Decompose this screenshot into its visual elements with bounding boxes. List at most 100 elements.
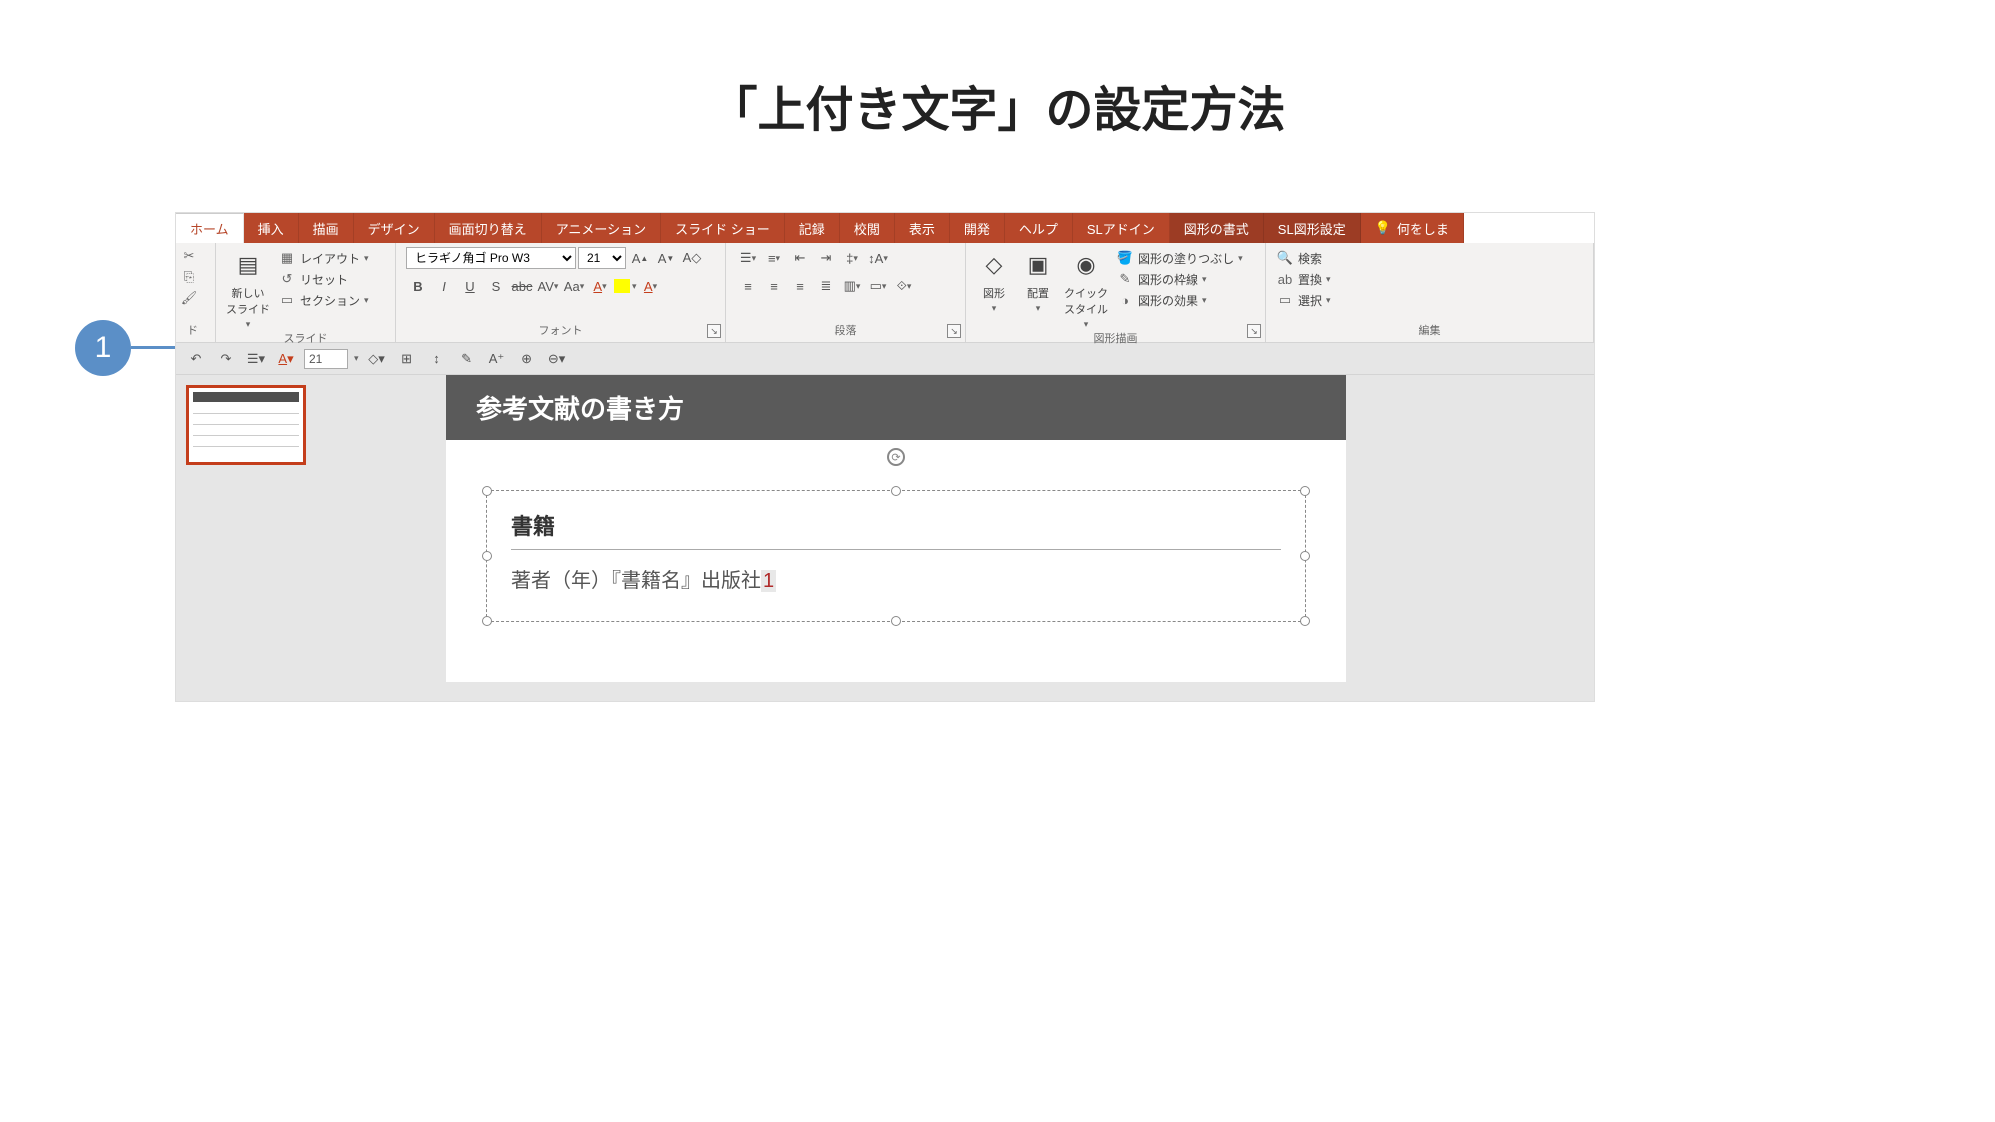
textbox-text[interactable]: 著者（年）『書籍名』出版社1 bbox=[511, 564, 1281, 593]
section-icon: ▭ bbox=[278, 291, 296, 309]
qat-zoom-out-button[interactable]: ⊖▾ bbox=[545, 347, 569, 371]
fill-label: 図形の塗りつぶし bbox=[1138, 250, 1234, 267]
align-center-button[interactable]: ≡ bbox=[762, 275, 786, 297]
page-title: 「上付き文字」の設定方法 bbox=[0, 70, 1995, 140]
resize-handle[interactable] bbox=[482, 616, 492, 626]
section-button[interactable]: ▭セクション▾ bbox=[278, 291, 369, 309]
reset-button[interactable]: ↺リセット bbox=[278, 270, 369, 288]
drawing-dialog-launcher[interactable]: ↘ bbox=[1247, 324, 1261, 338]
quickstyle-button[interactable]: ◉クイック スタイル▾ bbox=[1064, 247, 1108, 330]
find-label: 検索 bbox=[1298, 250, 1322, 267]
qat-font-color-button[interactable]: A▾ bbox=[274, 347, 298, 371]
paragraph-dialog-launcher[interactable]: ↘ bbox=[947, 324, 961, 338]
increase-indent-button[interactable]: ⇥ bbox=[814, 247, 838, 269]
font-dialog-launcher[interactable]: ↘ bbox=[707, 324, 721, 338]
strike-button[interactable]: abc bbox=[510, 275, 534, 297]
layout-button[interactable]: ▦レイアウト▾ bbox=[278, 249, 369, 267]
tab-review[interactable]: 校閲 bbox=[840, 213, 895, 243]
shadow-button[interactable]: S bbox=[484, 275, 508, 297]
font-color2-button[interactable]: A▾ bbox=[639, 275, 663, 297]
tab-design[interactable]: デザイン bbox=[354, 213, 435, 243]
bullets-button[interactable]: ☰▾ bbox=[736, 247, 760, 269]
columns-button[interactable]: ▥▾ bbox=[840, 275, 864, 297]
resize-handle[interactable] bbox=[482, 551, 492, 561]
shapes-button[interactable]: ◇図形▾ bbox=[976, 247, 1012, 314]
align-text-button[interactable]: ▭▾ bbox=[866, 275, 890, 297]
tab-shape-format[interactable]: 図形の書式 bbox=[1170, 213, 1264, 243]
highlight-button[interactable] bbox=[614, 279, 630, 293]
qat-edit-button[interactable]: ✎ bbox=[455, 347, 479, 371]
justify-button[interactable]: ≣ bbox=[814, 275, 838, 297]
tab-insert[interactable]: 挿入 bbox=[244, 213, 299, 243]
select-button[interactable]: ▭選択▾ bbox=[1276, 291, 1583, 309]
shape-effects-button[interactable]: ◑図形の効果▾ bbox=[1116, 291, 1243, 309]
format-painter-icon[interactable]: 🖌 bbox=[180, 289, 198, 307]
arrange-button[interactable]: ▣配置▾ bbox=[1020, 247, 1056, 314]
tab-transitions[interactable]: 画面切り替え bbox=[435, 213, 542, 243]
bold-button[interactable]: B bbox=[406, 275, 430, 297]
resize-handle[interactable] bbox=[1300, 616, 1310, 626]
tab-slideshow[interactable]: スライド ショー bbox=[661, 213, 785, 243]
tab-sladdin[interactable]: SLアドイン bbox=[1073, 213, 1170, 243]
new-slide-button[interactable]: ▤ 新しい スライド ▾ bbox=[226, 247, 270, 330]
decrease-font-icon[interactable]: A▼ bbox=[654, 247, 678, 269]
rotate-handle-icon[interactable]: ⟳ bbox=[887, 448, 905, 466]
slide-canvas[interactable]: 参考文献の書き方 ⟳ 書籍 bbox=[316, 375, 1594, 701]
ribbon-tabs: ホーム 挿入 描画 デザイン 画面切り替え アニメーション スライド ショー 記… bbox=[176, 213, 1594, 243]
tab-view[interactable]: 表示 bbox=[895, 213, 950, 243]
qat-height-button[interactable]: ↕ bbox=[425, 347, 449, 371]
redo-button[interactable]: ↷ bbox=[214, 347, 238, 371]
char-spacing-button[interactable]: AV▾ bbox=[536, 275, 560, 297]
qat-shape-button[interactable]: ◇▾ bbox=[365, 347, 389, 371]
search-icon: 🔍 bbox=[1276, 249, 1294, 267]
resize-handle[interactable] bbox=[1300, 486, 1310, 496]
font-color-button[interactable]: A▾ bbox=[588, 275, 612, 297]
replace-button[interactable]: ab置換▾ bbox=[1276, 270, 1583, 288]
textbox[interactable]: 書籍 著者（年）『書籍名』出版社1 bbox=[486, 490, 1306, 622]
tab-developer[interactable]: 開発 bbox=[950, 213, 1005, 243]
copy-icon[interactable]: ⎘ bbox=[180, 268, 198, 286]
resize-handle[interactable] bbox=[482, 486, 492, 496]
tab-help[interactable]: ヘルプ bbox=[1005, 213, 1073, 243]
resize-handle[interactable] bbox=[891, 616, 901, 626]
drawing-group-label: 図形描画 bbox=[976, 330, 1255, 348]
outline-label: 図形の枠線 bbox=[1138, 271, 1198, 288]
increase-font-icon[interactable]: A▲ bbox=[628, 247, 652, 269]
slide-thumbnails bbox=[176, 375, 316, 701]
underline-button[interactable]: U bbox=[458, 275, 482, 297]
resize-handle[interactable] bbox=[1300, 551, 1310, 561]
align-left-button[interactable]: ≡ bbox=[736, 275, 760, 297]
change-case-button[interactable]: Aa▾ bbox=[562, 275, 586, 297]
font-size-select[interactable]: 21 bbox=[578, 247, 626, 269]
tab-animations[interactable]: アニメーション bbox=[542, 213, 661, 243]
tab-tellme[interactable]: 💡何をしま bbox=[1361, 213, 1464, 243]
thumbnail-1[interactable] bbox=[186, 385, 306, 465]
text-direction-button[interactable]: ↕A▾ bbox=[866, 247, 890, 269]
clear-format-icon[interactable]: A◇ bbox=[680, 247, 704, 269]
qat-grow-font-button[interactable]: A⁺ bbox=[485, 347, 509, 371]
tab-draw[interactable]: 描画 bbox=[299, 213, 354, 243]
shape-outline-button[interactable]: ✎図形の枠線▾ bbox=[1116, 270, 1243, 288]
undo-button[interactable]: ↶ bbox=[184, 347, 208, 371]
qat-zoom-in-button[interactable]: ⊕ bbox=[515, 347, 539, 371]
italic-button[interactable]: I bbox=[432, 275, 456, 297]
resize-handle[interactable] bbox=[891, 486, 901, 496]
numbering-button[interactable]: ≡▾ bbox=[762, 247, 786, 269]
find-button[interactable]: 🔍検索 bbox=[1276, 249, 1583, 267]
decrease-indent-button[interactable]: ⇤ bbox=[788, 247, 812, 269]
font-name-select[interactable]: ヒラギノ角ゴ Pro W3 bbox=[406, 247, 576, 269]
tab-record[interactable]: 記録 bbox=[785, 213, 840, 243]
qat-align-button[interactable]: ⊞ bbox=[395, 347, 419, 371]
qat-font-size[interactable]: 21 bbox=[304, 349, 348, 369]
cut-icon[interactable]: ✂ bbox=[180, 247, 198, 265]
smartart-button[interactable]: ⟐▾ bbox=[892, 275, 916, 297]
tab-home[interactable]: ホーム bbox=[176, 213, 244, 243]
qat-bullets-button[interactable]: ☰▾ bbox=[244, 347, 268, 371]
align-right-button[interactable]: ≡ bbox=[788, 275, 812, 297]
line-spacing-button[interactable]: ‡▾ bbox=[840, 247, 864, 269]
shape-fill-button[interactable]: 🪣図形の塗りつぶし▾ bbox=[1116, 249, 1243, 267]
tab-sl-shape[interactable]: SL図形設定 bbox=[1264, 213, 1361, 243]
new-slide-icon: ▤ bbox=[230, 247, 266, 283]
reset-label: リセット bbox=[300, 271, 348, 288]
layout-icon: ▦ bbox=[278, 249, 296, 267]
